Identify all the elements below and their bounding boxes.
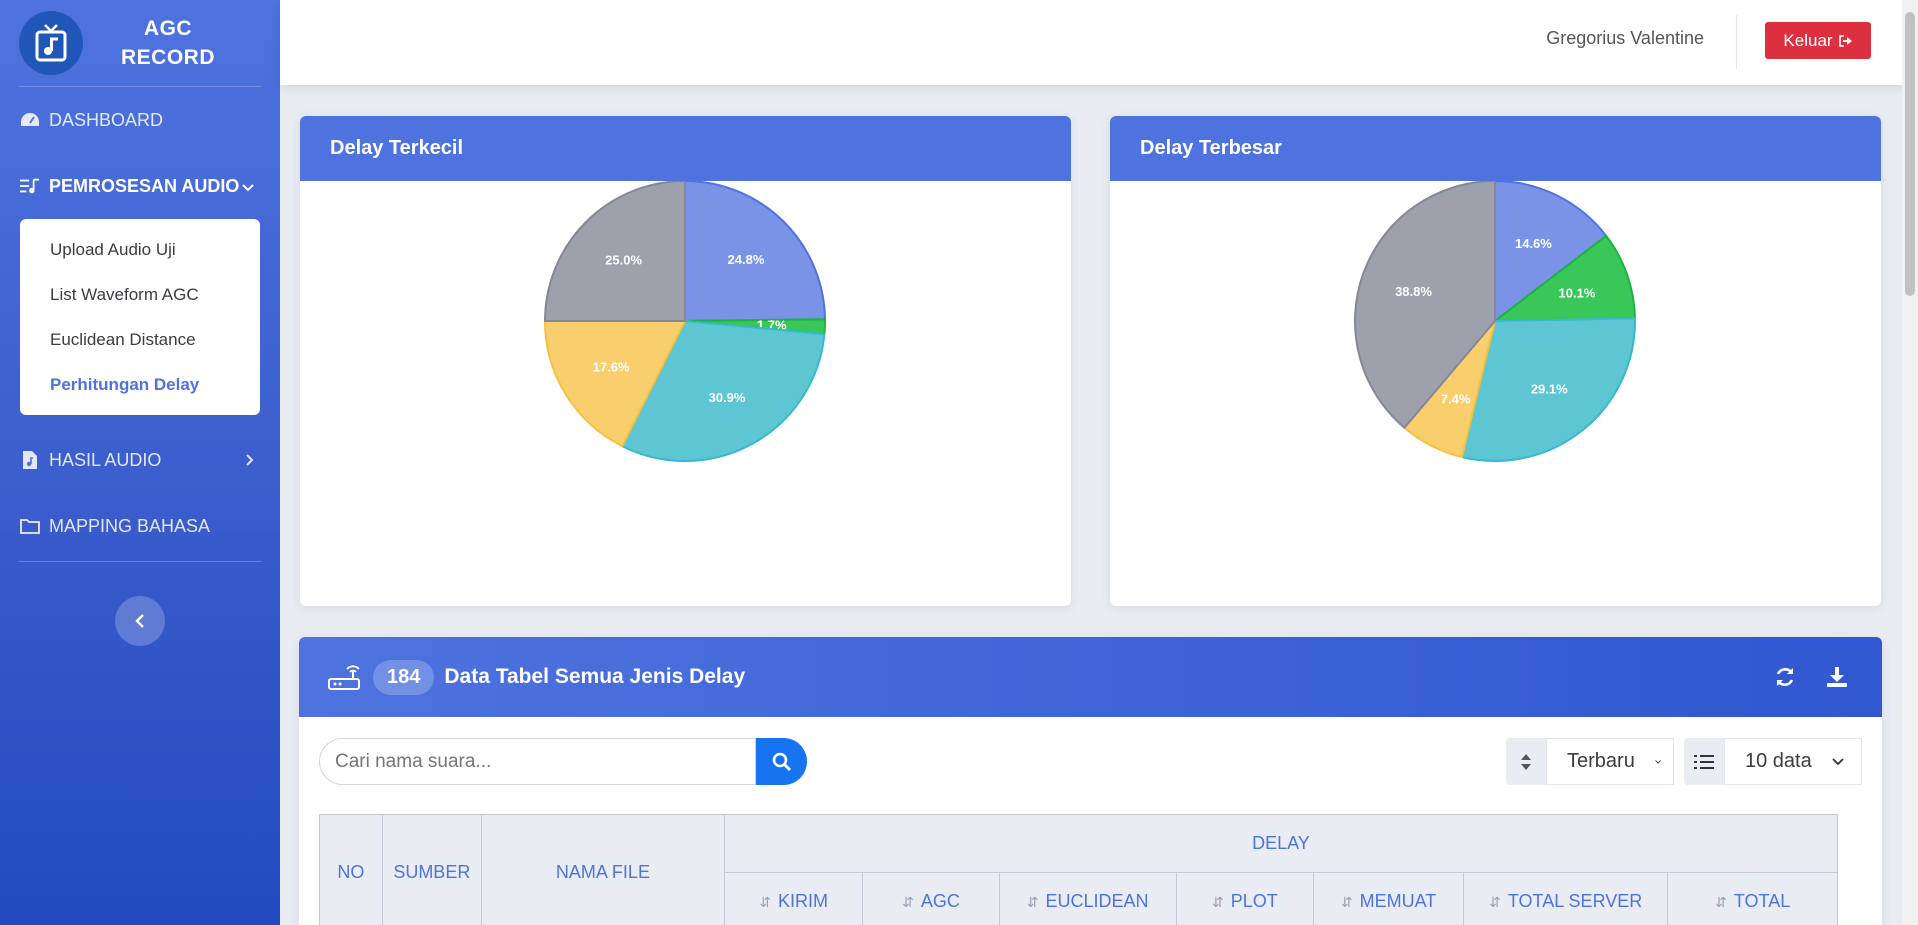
- logout-label: Keluar: [1783, 30, 1833, 50]
- sort-icon: ⇵: [1489, 894, 1502, 910]
- search-input[interactable]: [319, 738, 756, 785]
- pie-data-label: 17.6%: [593, 360, 630, 375]
- chart-card-delay-terkecil: Delay Terkecil 24.8% 1.7% 30.9% 17.6% 25.0% …: [300, 116, 1071, 606]
- sidebar-item-pemrosesan-audio[interactable]: PEMROSESAN AUDIO: [0, 153, 280, 219]
- chevron-down-icon: [242, 176, 254, 197]
- topbar: Gregorius Valentine Keluar: [280, 0, 1918, 85]
- pie-data-label: 24.8%: [728, 252, 765, 267]
- column-header-label: TOTAL SERVER: [1507, 891, 1643, 911]
- sort-icon: [1506, 738, 1546, 785]
- delay-table: NO SUMBER NAMA FILE DELAY ⇵ KIRIM ⇵ AGC ⇵ EUC…: [319, 814, 1839, 925]
- submenu-item-euclidean[interactable]: Euclidean Distance: [20, 317, 260, 362]
- table-card-header: 184 Data Tabel Semua Jenis Delay: [299, 637, 1882, 717]
- page-scrollbar[interactable]: [1902, 0, 1918, 925]
- page-scrollbar-thumb[interactable]: [1905, 12, 1915, 296]
- sort-icon: ⇵: [1715, 894, 1728, 910]
- card-title: Delay Terbesar: [1110, 116, 1881, 181]
- sidebar-item-dashboard[interactable]: DASHBOARD: [0, 87, 280, 153]
- pie-data-label: 38.8%: [1395, 284, 1432, 299]
- refresh-icon[interactable]: [1774, 666, 1796, 688]
- audio-file-icon: [20, 450, 40, 470]
- column-header-sumber[interactable]: SUMBER: [381, 814, 482, 925]
- download-icon[interactable]: [1826, 666, 1848, 688]
- chevron-down-icon: [1832, 757, 1844, 765]
- column-header-label: PLOT: [1230, 891, 1278, 911]
- column-header-plot[interactable]: ⇵ PLOT: [1175, 872, 1315, 925]
- topbar-divider: [1736, 15, 1737, 69]
- pie-chart-delay-terkecil: 24.8%1.7%30.9%17.6%25.0%: [543, 181, 827, 462]
- brand-name: AGC RECORD: [120, 17, 215, 69]
- column-header-label: TOTAL: [1733, 891, 1791, 911]
- folder-icon: [20, 516, 40, 536]
- search-icon: [772, 752, 791, 771]
- logout-button[interactable]: Keluar: [1765, 22, 1871, 59]
- sort-icon: ⇵: [902, 894, 915, 910]
- column-header-kirim[interactable]: ⇵ KIRIM: [723, 872, 864, 925]
- sort-icon: ⇵: [1340, 894, 1354, 910]
- pie-data-label: 14.6%: [1515, 236, 1552, 251]
- gauge-icon: [20, 110, 40, 130]
- sidebar-divider: [18, 561, 262, 562]
- pie-data-label: 29.1%: [1531, 382, 1568, 397]
- sidebar-item-label: HASIL AUDIO: [49, 449, 162, 470]
- column-header-agc[interactable]: ⇵ AGC: [862, 872, 1000, 925]
- card-title: Delay Terkecil: [300, 116, 1071, 181]
- sidebar-item-label: DASHBOARD: [49, 109, 164, 130]
- music-list-icon: [20, 176, 40, 196]
- pie-data-label: 25.0%: [605, 253, 642, 268]
- column-header-label: EUCLIDEAN: [1045, 891, 1149, 911]
- table-title: Data Tabel Semua Jenis Delay: [444, 665, 746, 688]
- delay-table-card: 184 Data Tabel Semua Jenis Delay Terbaru: [299, 637, 1882, 925]
- column-header-nama-file[interactable]: NAMA FILE: [480, 814, 725, 925]
- sort-order-value: Terbaru: [1567, 750, 1635, 772]
- column-header-no[interactable]: NO: [319, 814, 383, 925]
- sort-icon: ⇵: [1211, 894, 1225, 910]
- chart-card-delay-terbesar: Delay Terbesar 14.6% 10.1% 29.1% 7.4% 38.8% …: [1110, 116, 1881, 606]
- column-header-delay: DELAY: [723, 814, 1839, 873]
- submenu-pemrosesan: Upload Audio Uji List Waveform AGC Eucli…: [20, 219, 260, 415]
- brand[interactable]: AGC RECORD: [0, 0, 280, 86]
- sign-out-icon: [1838, 34, 1852, 47]
- submenu-item-perhitungan-delay[interactable]: Perhitungan Delay: [20, 362, 260, 407]
- column-header-label: MEMUAT: [1359, 891, 1437, 911]
- sidebar: AGC RECORD DASHBOARD PEMROSESAN AUDIO Up…: [0, 0, 280, 925]
- page-size-select[interactable]: 10 data: [1724, 738, 1862, 785]
- chevron-right-icon: [246, 450, 254, 471]
- sort-controls: Terbaru 10 data: [1506, 738, 1862, 785]
- pie-slice-delay-memuat[interactable]: [543, 181, 686, 322]
- sidebar-item-mapping-bahasa[interactable]: MAPPING BAHASA: [0, 493, 280, 559]
- pie-data-label: 7.4%: [1441, 391, 1471, 406]
- sidebar-item-label: MAPPING BAHASA: [49, 515, 211, 536]
- sort-icon: ⇵: [1026, 894, 1040, 910]
- pie-data-label: 10.1%: [1559, 285, 1596, 300]
- column-header-memuat[interactable]: ⇵ MEMUAT: [1313, 872, 1465, 925]
- search-button[interactable]: [756, 738, 807, 785]
- user-name[interactable]: Gregorius Valentine: [1546, 28, 1704, 49]
- list-icon: [1684, 738, 1724, 785]
- submenu-item-upload-audio[interactable]: Upload Audio Uji: [20, 227, 260, 272]
- sidebar-item-label: PEMROSESAN AUDIO: [49, 175, 240, 196]
- submenu-item-list-waveform[interactable]: List Waveform AGC: [20, 272, 260, 317]
- sort-icon: ⇵: [759, 894, 773, 910]
- sidebar-item-hasil-audio[interactable]: HASIL AUDIO: [0, 427, 280, 493]
- router-icon: [328, 665, 360, 690]
- sidebar-toggle-button[interactable]: [115, 596, 165, 646]
- page-size-value: 10 data: [1745, 750, 1812, 772]
- column-header-euclidean[interactable]: ⇵ EUCLIDEAN: [998, 872, 1177, 925]
- pie-data-label: 30.9%: [709, 390, 746, 405]
- column-header-label: AGC: [920, 891, 960, 911]
- chevron-left-icon: [135, 614, 144, 628]
- music-logo-icon: [19, 11, 83, 75]
- record-count-badge: 184: [373, 659, 435, 695]
- sort-order-select[interactable]: Terbaru: [1546, 738, 1674, 785]
- pie-slice-delay-pengiriman[interactable]: [684, 181, 827, 323]
- chevron-down-icon: [1654, 759, 1661, 764]
- column-header-total[interactable]: ⇵ TOTAL: [1667, 872, 1838, 925]
- pie-chart-delay-terbesar: 14.6% 10.1% 29.1% 7.4% 38.8%: [1354, 181, 1636, 462]
- search-group: [319, 738, 807, 785]
- column-header-label: KIRIM: [778, 891, 829, 911]
- column-header-total-server[interactable]: ⇵ TOTAL SERVER: [1463, 872, 1669, 925]
